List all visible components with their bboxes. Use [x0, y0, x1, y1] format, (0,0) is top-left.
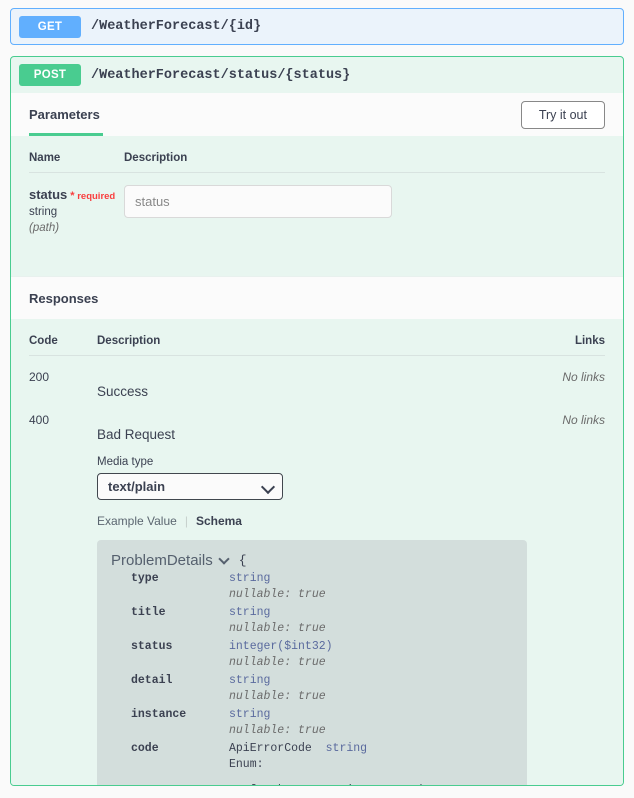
- model-property: detail string nullable: true: [111, 673, 527, 705]
- example-schema-tabs: Example Value | Schema: [97, 514, 543, 528]
- property-type: string: [229, 606, 271, 619]
- active-tab-indicator: [29, 133, 103, 136]
- enum-spacer: [111, 775, 229, 785]
- media-type-value: text/plain: [108, 479, 166, 494]
- responses-title: Responses: [29, 290, 99, 306]
- response-links: No links: [562, 370, 605, 384]
- tab-schema[interactable]: Schema: [196, 514, 242, 528]
- enum-label: Enum:: [229, 758, 264, 771]
- response-code: 400: [29, 413, 50, 427]
- table-row: status * required string (path): [29, 173, 605, 235]
- property-value: string nullable: true: [229, 673, 326, 705]
- media-type-label: Media type: [97, 456, 154, 468]
- model-title: ProblemDetails: [111, 552, 213, 569]
- operation-summary[interactable]: POST /WeatherForecast/status/{status}: [11, 57, 623, 93]
- property-type: string: [325, 742, 368, 755]
- required-marker: * required: [70, 190, 116, 202]
- media-type-section: Media type text/plain: [97, 442, 543, 500]
- parameters-table-wrap: Name Description status * required string…: [11, 136, 623, 276]
- parameter-description-cell: [124, 173, 605, 235]
- property-note: nullable: true: [229, 622, 326, 635]
- parameters-spacer: [29, 234, 605, 276]
- response-description: Bad Request: [97, 427, 176, 442]
- parameters-table: Name Description status * required string…: [29, 136, 605, 234]
- table-row: 400 Bad Request Media type text/plain Ex…: [29, 399, 605, 785]
- chevron-down-icon[interactable]: [218, 552, 230, 565]
- property-name: title: [131, 606, 166, 619]
- property-type: string: [229, 674, 271, 687]
- schema-model-box: ProblemDetails { type string nullable: t…: [97, 540, 527, 785]
- enum-values: [ unknown, entityNotFound, invalidStatus…: [250, 784, 527, 785]
- tab-parameters[interactable]: Parameters: [29, 107, 100, 122]
- table-header-row: Name Description: [29, 136, 605, 173]
- property-value: integer($int32) nullable: true: [229, 639, 333, 671]
- try-it-out-button[interactable]: Try it out: [520, 100, 605, 129]
- responses-header: Responses: [11, 276, 623, 319]
- property-name: detail: [131, 674, 173, 687]
- column-header-name: Name: [29, 136, 124, 173]
- status-input[interactable]: [124, 185, 392, 218]
- open-brace: {: [238, 553, 247, 568]
- parameters-header: Parameters Try it out: [11, 93, 623, 136]
- enum-values-line[interactable]: [ unknown, entityNotFound, invalidStatus…: [229, 783, 527, 785]
- http-method-badge-post: POST: [19, 64, 81, 86]
- property-value: string nullable: true: [229, 571, 326, 603]
- enum-values-row: [ unknown, entityNotFound, invalidStatus…: [111, 775, 527, 785]
- response-description-cell: Bad Request Media type text/plain Exampl…: [97, 399, 543, 785]
- operation-get-weatherforecast-id[interactable]: GET /WeatherForecast/{id}: [10, 8, 624, 45]
- tab-separator: |: [184, 514, 188, 528]
- property-name: code: [131, 742, 159, 755]
- property-type: integer($int32): [229, 640, 333, 653]
- property-value: ApiErrorCode string Enum:: [229, 741, 367, 773]
- property-note: nullable: true: [229, 588, 326, 601]
- property-note: nullable: true: [229, 690, 326, 703]
- property-value: string nullable: true: [229, 707, 326, 739]
- property-name: type: [131, 572, 159, 585]
- media-type-select[interactable]: text/plain: [97, 473, 283, 500]
- column-header-links: Links: [543, 319, 605, 356]
- response-description: Success: [97, 384, 149, 399]
- property-note: nullable: true: [229, 724, 326, 737]
- model-property: instance string nullable: true: [111, 707, 527, 739]
- operation-post-weatherforecast-status: POST /WeatherForecast/status/{status} Pa…: [10, 56, 624, 786]
- parameter-type: string: [29, 206, 58, 218]
- operation-summary[interactable]: GET /WeatherForecast/{id}: [11, 9, 623, 44]
- model-title-row[interactable]: ProblemDetails {: [111, 552, 527, 569]
- response-code: 200: [29, 370, 50, 384]
- parameter-location: (path): [29, 222, 60, 234]
- property-type: string: [229, 572, 271, 585]
- property-value: string nullable: true: [229, 605, 326, 637]
- column-header-code: Code: [29, 319, 97, 356]
- property-ref-name: ApiErrorCode: [229, 742, 312, 755]
- response-links: No links: [562, 413, 605, 427]
- property-name: instance: [131, 708, 187, 721]
- operation-path: /WeatherForecast/{id}: [91, 19, 262, 34]
- response-description-cell: Success: [97, 356, 543, 399]
- table-row: 200 Success No links: [29, 356, 605, 399]
- http-method-badge-get: GET: [19, 15, 81, 38]
- column-header-description: Description: [124, 136, 605, 173]
- parameter-name-cell: status * required string (path): [29, 173, 124, 234]
- chevron-down-icon[interactable]: [231, 783, 243, 785]
- property-type: string: [229, 708, 271, 721]
- table-header-row: Code Description Links: [29, 319, 605, 356]
- property-note: nullable: true: [229, 656, 326, 669]
- model-property-code: code ApiErrorCode string Enum:: [111, 741, 527, 773]
- chevron-down-icon: [260, 479, 276, 494]
- model-property: title string nullable: true: [111, 605, 527, 637]
- responses-table-wrap: Code Description Links 200 Success No li…: [11, 319, 623, 785]
- property-name: status: [131, 640, 173, 653]
- tab-example-value[interactable]: Example Value: [97, 514, 177, 528]
- parameter-name: status: [29, 187, 68, 202]
- required-label: required: [77, 191, 116, 202]
- responses-table: Code Description Links 200 Success No li…: [29, 319, 605, 785]
- model-property: type string nullable: true: [111, 571, 527, 603]
- operation-path: /WeatherForecast/status/{status}: [91, 67, 351, 83]
- model-property: status integer($int32) nullable: true: [111, 639, 527, 671]
- column-header-description: Description: [97, 319, 543, 356]
- operation-body: Parameters Try it out Name Description s…: [11, 93, 623, 785]
